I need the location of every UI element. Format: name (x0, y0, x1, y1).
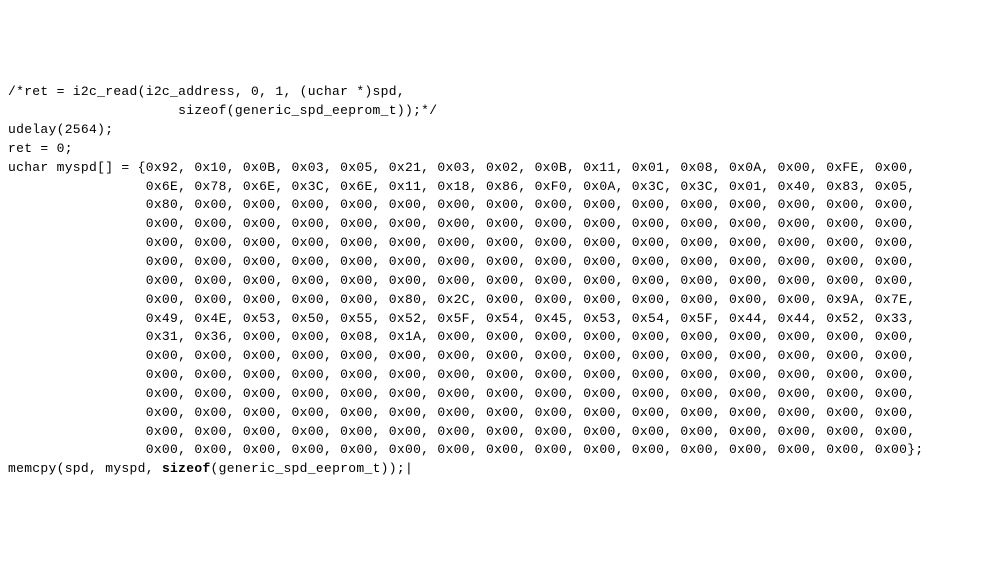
memcpy-suffix: (generic_spd_eeprom_t));| (211, 461, 414, 476)
code-line-7: 0x00, 0x00, 0x00, 0x00, 0x00, 0x00, 0x00… (8, 215, 992, 234)
code-line-3: ret = 0; (8, 140, 992, 159)
code-line-5: 0x6E, 0x78, 0x6E, 0x3C, 0x6E, 0x11, 0x18… (8, 178, 992, 197)
memcpy-prefix: memcpy(spd, myspd, (8, 461, 162, 476)
code-line-4: uchar myspd[] = {0x92, 0x10, 0x0B, 0x03,… (8, 159, 992, 178)
sizeof-keyword: sizeof (162, 461, 211, 476)
code-line-10: 0x00, 0x00, 0x00, 0x00, 0x00, 0x00, 0x00… (8, 272, 992, 291)
code-line-14: 0x00, 0x00, 0x00, 0x00, 0x00, 0x00, 0x00… (8, 347, 992, 366)
code-line-12: 0x49, 0x4E, 0x53, 0x50, 0x55, 0x52, 0x5F… (8, 310, 992, 329)
code-line-18: 0x00, 0x00, 0x00, 0x00, 0x00, 0x00, 0x00… (8, 423, 992, 442)
code-line-11: 0x00, 0x00, 0x00, 0x00, 0x00, 0x80, 0x2C… (8, 291, 992, 310)
code-line-16: 0x00, 0x00, 0x00, 0x00, 0x00, 0x00, 0x00… (8, 385, 992, 404)
code-line-13: 0x31, 0x36, 0x00, 0x00, 0x08, 0x1A, 0x00… (8, 328, 992, 347)
code-line-memcpy: memcpy(spd, myspd, sizeof(generic_spd_ee… (8, 460, 992, 479)
code-line-15: 0x00, 0x00, 0x00, 0x00, 0x00, 0x00, 0x00… (8, 366, 992, 385)
code-block: /*ret = i2c_read(i2c_address, 0, 1, (uch… (8, 83, 992, 479)
code-line-9: 0x00, 0x00, 0x00, 0x00, 0x00, 0x00, 0x00… (8, 253, 992, 272)
code-line-19: 0x00, 0x00, 0x00, 0x00, 0x00, 0x00, 0x00… (8, 441, 992, 460)
code-line-0: /*ret = i2c_read(i2c_address, 0, 1, (uch… (8, 83, 992, 102)
code-line-17: 0x00, 0x00, 0x00, 0x00, 0x00, 0x00, 0x00… (8, 404, 992, 423)
code-line-6: 0x80, 0x00, 0x00, 0x00, 0x00, 0x00, 0x00… (8, 196, 992, 215)
code-line-1: sizeof(generic_spd_eeprom_t));*/ (8, 102, 992, 121)
code-line-2: udelay(2564); (8, 121, 992, 140)
code-line-8: 0x00, 0x00, 0x00, 0x00, 0x00, 0x00, 0x00… (8, 234, 992, 253)
